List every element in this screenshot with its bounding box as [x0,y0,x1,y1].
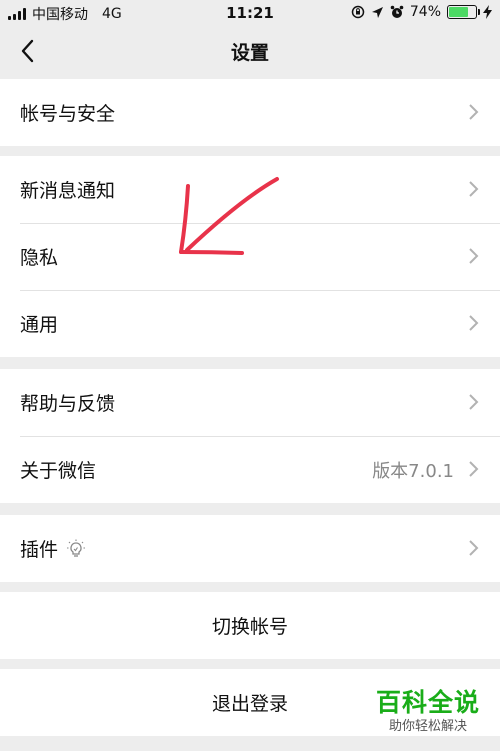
settings-item-label: 帮助与反馈 [20,393,116,415]
battery-icon [447,5,480,19]
settings-item-privacy[interactable]: 隐私 [0,223,500,290]
settings-item-label: 帐号与安全 [20,103,116,125]
chevron-right-icon [469,181,479,197]
page-title: 设置 [230,42,269,64]
settings-group-account: 帐号与安全 [0,79,500,146]
settings-item-account-security[interactable]: 帐号与安全 [0,79,500,146]
chevron-right-icon [469,461,479,477]
version-value: 版本7.0.1 [372,460,454,482]
alarm-icon [390,5,404,18]
watermark-logo: 百科全说 助你轻松解决 [370,688,486,736]
chevron-right-icon [469,540,479,556]
status-right: 74% [351,4,492,20]
battery-percent: 74% [409,4,441,20]
watermark-main: 百科全说 [375,688,480,717]
chevron-right-icon [469,248,479,264]
chevron-right-icon [469,394,479,410]
chevron-right-icon [469,315,479,331]
rotation-lock-icon [351,5,365,19]
settings-item-label: 新消息通知 [20,180,116,202]
settings-item-plugins[interactable]: 插件 [0,515,500,582]
switch-account-group: 切换帐号 [0,592,500,659]
status-bar: 中国移动 4G 11:21 74% [0,0,500,26]
navigation-bar: 设置 [0,26,500,78]
settings-item-label: 关于微信 [20,460,97,482]
location-icon [371,6,383,18]
chevron-right-icon [469,104,479,120]
charging-icon [483,5,492,19]
settings-group-general: 新消息通知 隐私 通用 [0,156,500,357]
lightbulb-icon [67,539,86,557]
settings-group-plugins: 插件 [0,515,500,582]
settings-item-about-wechat[interactable]: 关于微信 版本7.0.1 [0,436,500,503]
settings-item-label: 通用 [20,314,59,336]
switch-account-button[interactable]: 切换帐号 [0,592,500,659]
settings-item-help-feedback[interactable]: 帮助与反馈 [0,369,500,436]
watermark-sub: 助你轻松解决 [370,718,486,736]
settings-item-label: 插件 [20,539,59,561]
settings-item-general[interactable]: 通用 [0,290,500,357]
settings-item-notifications[interactable]: 新消息通知 [0,156,500,223]
settings-group-help: 帮助与反馈 关于微信 版本7.0.1 [0,369,500,503]
settings-item-label: 隐私 [20,247,59,269]
